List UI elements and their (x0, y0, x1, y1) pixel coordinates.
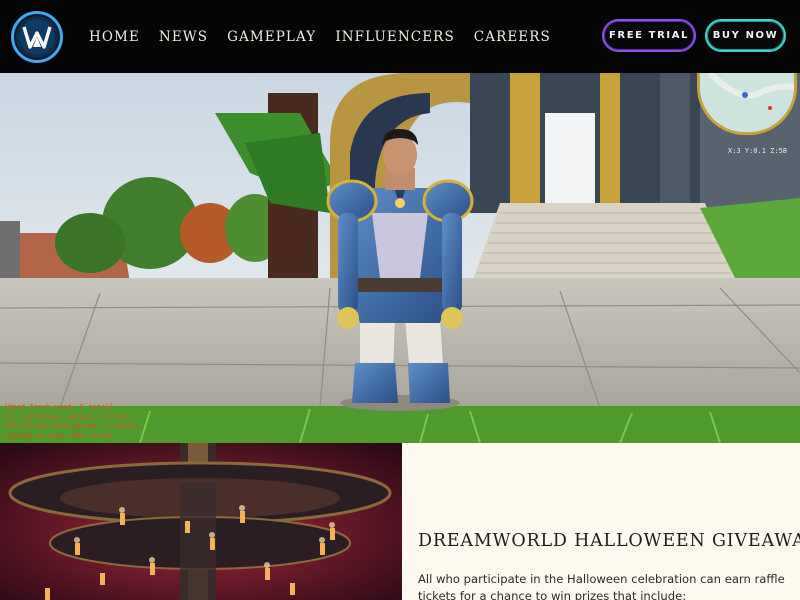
nav-link-news[interactable]: NEWS (159, 29, 208, 45)
news-body: All who participate in the Halloween cel… (418, 572, 785, 600)
minimap-map (700, 73, 794, 132)
nav-link-home[interactable]: HOME (89, 29, 140, 45)
top-nav: HOME NEWS GAMEPLAY INFLUENCERS CAREERS F… (0, 0, 800, 73)
coordinate-readout: X:3 Y:0.1 Z:58 (728, 147, 788, 155)
dreamworld-logo-icon[interactable] (11, 11, 63, 63)
nav-links: HOME NEWS GAMEPLAY INFLUENCERS CAREERS (89, 0, 570, 73)
chat-log: [Weed Torch used: 5 total] [*] outfitnes… (4, 403, 139, 441)
hero-game-screenshot: X:3 Y:0.1 Z:58 [Weed Torch used: 5 total… (0, 73, 800, 443)
nav-link-careers[interactable]: CAREERS (474, 29, 551, 45)
nav-link-influencers[interactable]: INFLUENCERS (335, 29, 454, 45)
halloween-scene-illustration (0, 443, 402, 600)
chat-line: [Petrified Gold gained, 4 total] (4, 422, 139, 430)
news-card: DREAMWORLD HALLOWEEN GIVEAWAY All who pa… (402, 443, 800, 600)
minimap[interactable] (697, 73, 797, 135)
logo-mark (19, 19, 55, 55)
chat-line: [Sandwich used: 805 total] (4, 431, 114, 440)
halloween-news-image[interactable] (0, 443, 402, 600)
nav-link-gameplay[interactable]: GAMEPLAY (227, 29, 316, 45)
hero-scene-illustration (0, 73, 800, 443)
chat-line: [*] outfitness gained, 3 total (4, 412, 131, 421)
free-trial-button[interactable]: FREE TRIAL (602, 19, 696, 52)
chat-line: [Weed Torch used: 5 total] (4, 403, 114, 411)
buy-now-button[interactable]: BUY NOW (705, 19, 786, 52)
news-title[interactable]: DREAMWORLD HALLOWEEN GIVEAWAY (418, 531, 800, 551)
